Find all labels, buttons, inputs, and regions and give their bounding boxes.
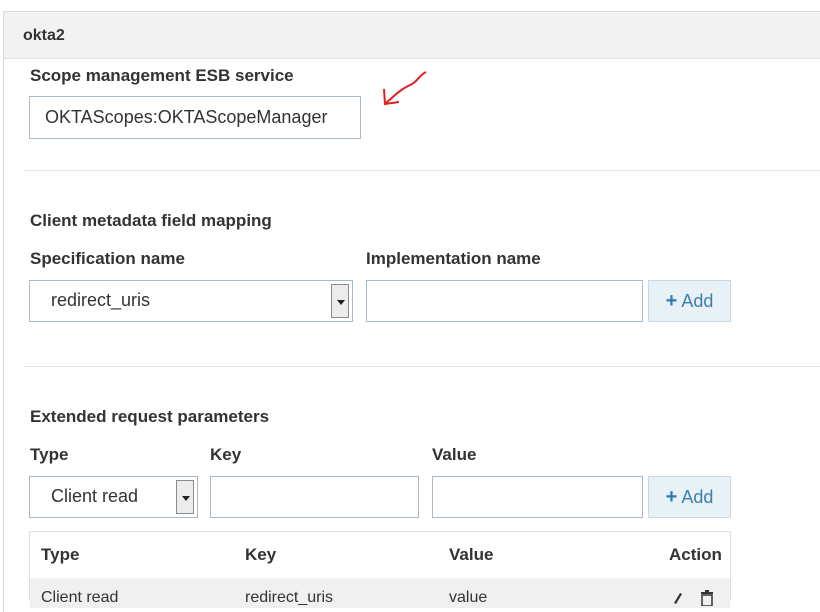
- add-mapping-label: Add: [681, 291, 714, 311]
- panel-header: okta2: [4, 12, 820, 59]
- column-header-type: Type: [41, 545, 80, 564]
- scope-service-label: Scope management ESB service: [30, 66, 294, 85]
- value-label: Value: [432, 445, 477, 464]
- type-label: Type: [30, 445, 69, 464]
- row-value-cell: value: [449, 589, 488, 606]
- chevron-down-icon[interactable]: [176, 480, 194, 514]
- column-header-value: Value: [449, 545, 494, 564]
- add-parameter-button[interactable]: + Add: [648, 476, 731, 518]
- column-header-action: Action: [669, 545, 722, 564]
- plus-icon: +: [665, 486, 678, 508]
- impl-name-label: Implementation name: [366, 249, 541, 268]
- chevron-down-icon[interactable]: [331, 284, 349, 318]
- plus-icon: +: [665, 290, 678, 312]
- parameters-table: Type Key Value Action Client read redire…: [29, 531, 731, 608]
- column-header-key: Key: [245, 545, 277, 564]
- edit-icon[interactable]: [672, 591, 682, 605]
- row-key-cell: redirect_uris: [245, 589, 334, 606]
- scope-service-input[interactable]: OKTAScopes:OKTAScopeManager: [29, 96, 361, 139]
- panel-title: okta2: [23, 27, 65, 44]
- client-metadata-heading: Client metadata field mapping: [30, 211, 272, 230]
- trash-icon[interactable]: [700, 590, 714, 607]
- impl-name-input[interactable]: [366, 280, 643, 322]
- row-type-cell: Client read: [41, 589, 119, 606]
- add-parameter-label: Add: [681, 487, 714, 507]
- extended-params-heading: Extended request parameters: [30, 407, 270, 426]
- spec-name-selected: redirect_uris: [51, 290, 151, 310]
- spec-name-label: Specification name: [30, 249, 185, 268]
- add-mapping-button[interactable]: + Add: [648, 280, 731, 322]
- spec-name-select[interactable]: redirect_uris: [29, 280, 353, 322]
- section-divider: [24, 366, 820, 367]
- key-label: Key: [210, 445, 242, 464]
- type-select[interactable]: Client read: [29, 476, 198, 518]
- value-input[interactable]: [432, 476, 643, 518]
- annotation-arrow-icon: [383, 71, 427, 106]
- section-divider: [24, 170, 820, 171]
- key-input[interactable]: [210, 476, 419, 518]
- table-row: Client read redirect_uris value: [30, 578, 730, 608]
- type-selected: Client read: [51, 486, 139, 506]
